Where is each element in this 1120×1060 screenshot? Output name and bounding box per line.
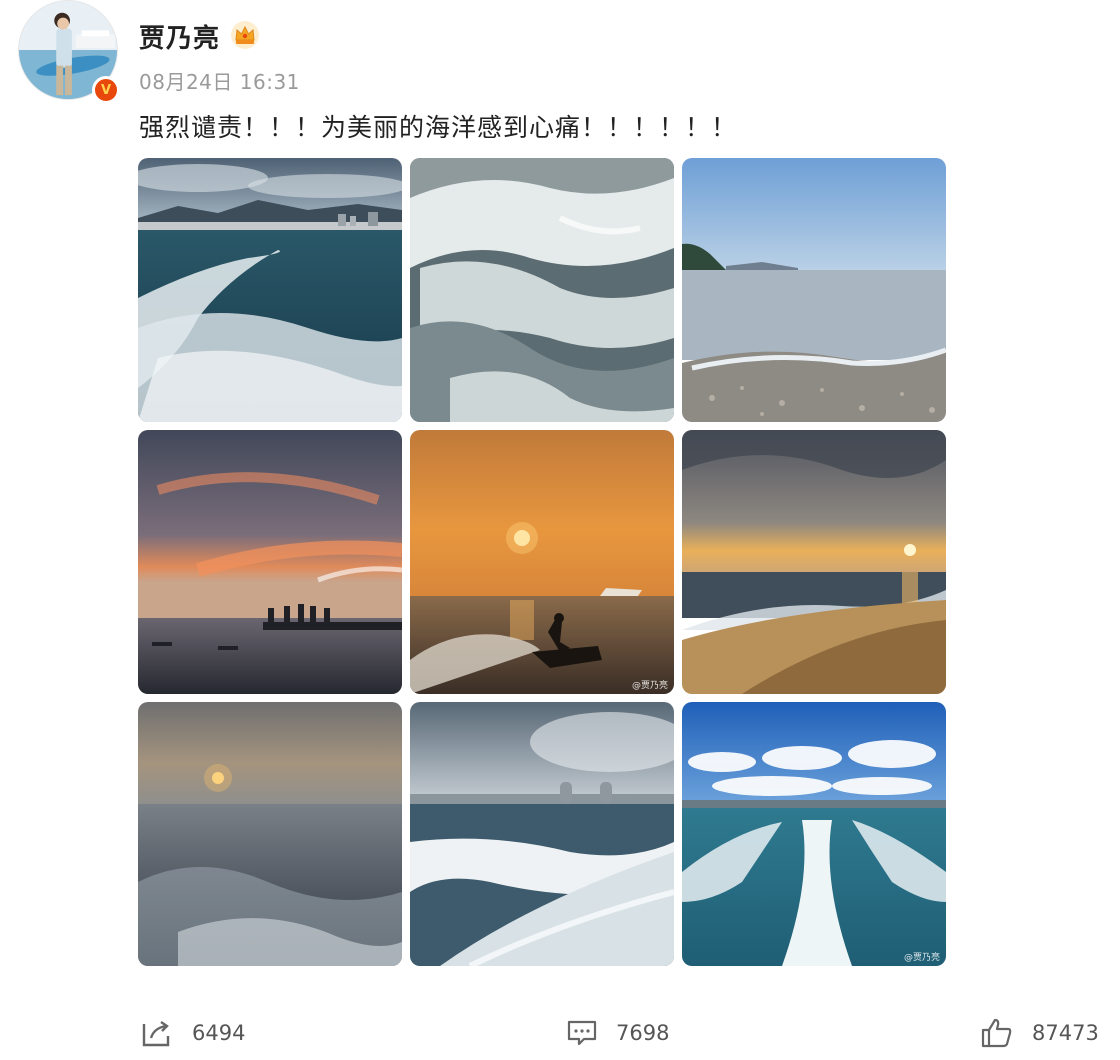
photo-orange-sunset-jetski[interactable]: @贾乃亮: [410, 430, 674, 694]
image-grid: @贾乃亮 @贾乃亮: [138, 158, 946, 966]
photo-watermark: @贾乃亮: [903, 953, 940, 963]
share-button[interactable]: 6494: [140, 1016, 245, 1050]
verified-badge: V: [92, 76, 120, 104]
photo-close-up-waves[interactable]: [410, 158, 674, 422]
photo-beach-sunset-shore[interactable]: [682, 430, 946, 694]
like-count: 87473: [1032, 1021, 1099, 1045]
comment-button[interactable]: 7698: [566, 1016, 669, 1050]
weibo-post: V 贾乃亮 08月24日 16:31 强烈谴责！！！为美丽的海洋感到心痛！！！！…: [0, 0, 1120, 1060]
photo-wave-towers-skyline[interactable]: [410, 702, 674, 966]
photo-calm-beach[interactable]: [682, 158, 946, 422]
photo-watermark: @贾乃亮: [631, 681, 668, 691]
avatar-container[interactable]: V: [18, 0, 120, 104]
comment-count: 7698: [616, 1021, 670, 1045]
like-button[interactable]: 87473: [980, 1016, 1099, 1050]
post-timestamp[interactable]: 08月24日 16:31: [139, 66, 300, 95]
crown-icon[interactable]: [230, 20, 260, 50]
photo-hazy-sunset-spray[interactable]: [138, 702, 402, 966]
post-text: 强烈谴责！！！为美丽的海洋感到心痛！！！！！！: [139, 113, 738, 142]
comment-icon: [567, 1020, 597, 1046]
photo-boat-wake-blue-sky[interactable]: @贾乃亮: [682, 702, 946, 966]
share-icon: [142, 1021, 170, 1047]
share-count: 6494: [192, 1021, 246, 1045]
username[interactable]: 贾乃亮: [139, 18, 220, 55]
photo-sunset-clouds-pier[interactable]: [138, 430, 402, 694]
thumbs-up-icon: [981, 1018, 1012, 1048]
photo-ocean-wake-skyline[interactable]: [138, 158, 402, 422]
